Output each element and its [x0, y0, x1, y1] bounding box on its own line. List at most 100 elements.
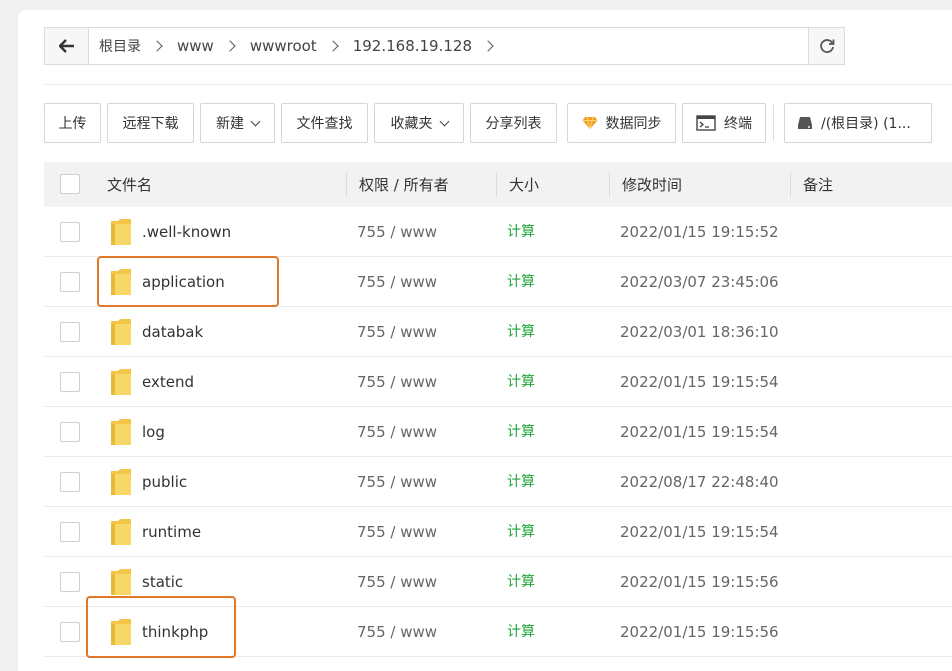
column-header-mtime[interactable]: 修改时间 — [622, 162, 682, 207]
row-checkbox[interactable] — [60, 572, 80, 592]
column-header-perm[interactable]: 权限 / 所有者 — [359, 162, 449, 207]
breadcrumb-item-www[interactable]: www — [177, 37, 222, 55]
row-checkbox[interactable] — [60, 222, 80, 242]
permission-owner[interactable]: 755 / www — [357, 457, 437, 507]
modified-time: 2022/01/15 19:15:56 — [620, 573, 779, 591]
permission-owner[interactable]: 755 / www — [357, 557, 437, 607]
size-calc-link[interactable]: 计算 — [507, 507, 535, 557]
row-checkbox[interactable] — [60, 322, 80, 342]
breadcrumb-item-wwwroot[interactable]: wwwroot — [250, 37, 325, 55]
file-name[interactable]: thinkphp — [142, 607, 208, 657]
disk-selector-button[interactable]: /(根目录) (1... — [784, 103, 932, 143]
table-header: 文件名 权限 / 所有者 大小 修改时间 备注 — [44, 162, 952, 207]
data-sync-button[interactable]: 数据同步 — [567, 103, 676, 143]
table-row[interactable]: application 755 / www 计算 2022/03/07 23:45:0… — [44, 257, 952, 307]
row-checkbox[interactable] — [60, 522, 80, 542]
chevron-down-icon — [439, 116, 449, 126]
column-divider — [609, 172, 610, 197]
back-button[interactable] — [45, 28, 89, 64]
new-button[interactable]: 新建 — [200, 103, 275, 143]
size-calc-link[interactable]: 计算 — [507, 307, 535, 357]
row-checkbox[interactable] — [60, 622, 80, 642]
row-checkbox[interactable] — [60, 272, 80, 292]
table-row[interactable]: runtime 755 / www 计算 2022/01/15 19:15:54 — [44, 507, 952, 557]
favorites-button[interactable]: 收藏夹 — [374, 103, 464, 143]
folder-icon — [110, 618, 132, 650]
folder-icon — [110, 268, 132, 300]
file-name[interactable]: application — [142, 257, 225, 307]
permission-owner[interactable]: 755 / www — [357, 407, 437, 457]
file-search-label: 文件查找 — [296, 116, 353, 132]
table-row[interactable]: databak 755 / www 计算 2022/03/01 18:36:10 — [44, 307, 952, 357]
file-name[interactable]: runtime — [142, 507, 201, 557]
table-row[interactable]: public 755 / www 计算 2022/08/17 22:48:40 — [44, 457, 952, 507]
table-body: .well-known 755 / www 计算 2022/01/15 19:15:5… — [44, 207, 952, 657]
permission-owner[interactable]: 755 / www — [357, 307, 437, 357]
file-name[interactable]: .well-known — [142, 207, 231, 257]
terminal-label: 终端 — [724, 116, 752, 132]
file-name[interactable]: log — [142, 407, 165, 457]
file-name[interactable]: static — [142, 557, 183, 607]
column-header-size[interactable]: 大小 — [509, 162, 539, 207]
size-calc-link[interactable]: 计算 — [507, 357, 535, 407]
modified-time: 2022/01/15 19:15:54 — [620, 373, 779, 391]
permission-owner[interactable]: 755 / www — [357, 507, 437, 557]
remote-download-button[interactable]: 远程下载 — [107, 103, 194, 143]
chevron-down-icon — [250, 116, 261, 126]
file-name[interactable]: databak — [142, 307, 203, 357]
arrow-left-icon — [58, 39, 74, 53]
table-row[interactable]: extend 755 / www 计算 2022/01/15 19:15:54 — [44, 357, 952, 407]
chevron-right-icon — [224, 40, 236, 52]
permission-owner[interactable]: 755 / www — [357, 257, 437, 307]
favorites-label: 收藏夹 — [390, 116, 433, 132]
path-bar: 根目录 www wwwroot 192.168.19.128 — [44, 27, 845, 65]
row-checkbox[interactable] — [60, 422, 80, 442]
size-calc-link[interactable]: 计算 — [507, 557, 535, 607]
disk-label: /(根目录) (1... — [821, 116, 911, 132]
modified-time: 2022/03/01 18:36:10 — [620, 323, 779, 341]
remote-download-label: 远程下载 — [122, 116, 179, 132]
terminal-icon — [696, 115, 716, 131]
terminal-button[interactable]: 终端 — [682, 103, 766, 143]
table-row[interactable]: .well-known 755 / www 计算 2022/01/15 19:15:5… — [44, 207, 952, 257]
file-name[interactable]: extend — [142, 357, 194, 407]
column-header-name[interactable]: 文件名 — [107, 162, 152, 207]
permission-owner[interactable]: 755 / www — [357, 607, 437, 657]
breadcrumb: 根目录 www wwwroot 192.168.19.128 — [89, 28, 808, 64]
size-calc-link[interactable]: 计算 — [507, 257, 535, 307]
permission-owner[interactable]: 755 / www — [357, 357, 437, 407]
divider — [44, 84, 952, 85]
row-checkbox[interactable] — [60, 472, 80, 492]
table-row[interactable]: log 755 / www 计算 2022/01/15 19:15:54 — [44, 407, 952, 457]
breadcrumb-item-site[interactable]: 192.168.19.128 — [353, 37, 480, 55]
refresh-button[interactable] — [808, 28, 844, 64]
modified-time: 2022/08/17 22:48:40 — [620, 473, 779, 491]
upload-button[interactable]: 上传 — [44, 103, 101, 143]
share-list-button[interactable]: 分享列表 — [470, 103, 557, 143]
folder-icon — [110, 568, 132, 600]
breadcrumb-item-root[interactable]: 根目录 — [99, 36, 149, 56]
file-name[interactable]: public — [142, 457, 187, 507]
table-row[interactable]: static 755 / www 计算 2022/01/15 19:15:56 — [44, 557, 952, 607]
row-checkbox[interactable] — [60, 372, 80, 392]
upload-label: 上传 — [58, 116, 87, 132]
size-calc-link[interactable]: 计算 — [507, 207, 535, 257]
column-divider — [346, 172, 347, 197]
table-row[interactable]: thinkphp 755 / www 计算 2022/01/15 19:15:56 — [44, 607, 952, 657]
disk-icon — [797, 116, 813, 130]
size-calc-link[interactable]: 计算 — [507, 407, 535, 457]
modified-time: 2022/01/15 19:15:54 — [620, 523, 779, 541]
refresh-icon — [819, 39, 834, 53]
column-header-note[interactable]: 备注 — [803, 162, 833, 207]
diamond-icon — [582, 116, 598, 130]
folder-icon — [110, 418, 132, 450]
size-calc-link[interactable]: 计算 — [507, 457, 535, 507]
permission-owner[interactable]: 755 / www — [357, 207, 437, 257]
column-divider — [790, 172, 791, 197]
chevron-right-icon — [482, 40, 494, 52]
select-all-checkbox[interactable] — [60, 174, 80, 194]
column-divider — [496, 172, 497, 197]
size-calc-link[interactable]: 计算 — [507, 607, 535, 657]
file-search-button[interactable]: 文件查找 — [281, 103, 368, 143]
folder-icon — [110, 318, 132, 350]
